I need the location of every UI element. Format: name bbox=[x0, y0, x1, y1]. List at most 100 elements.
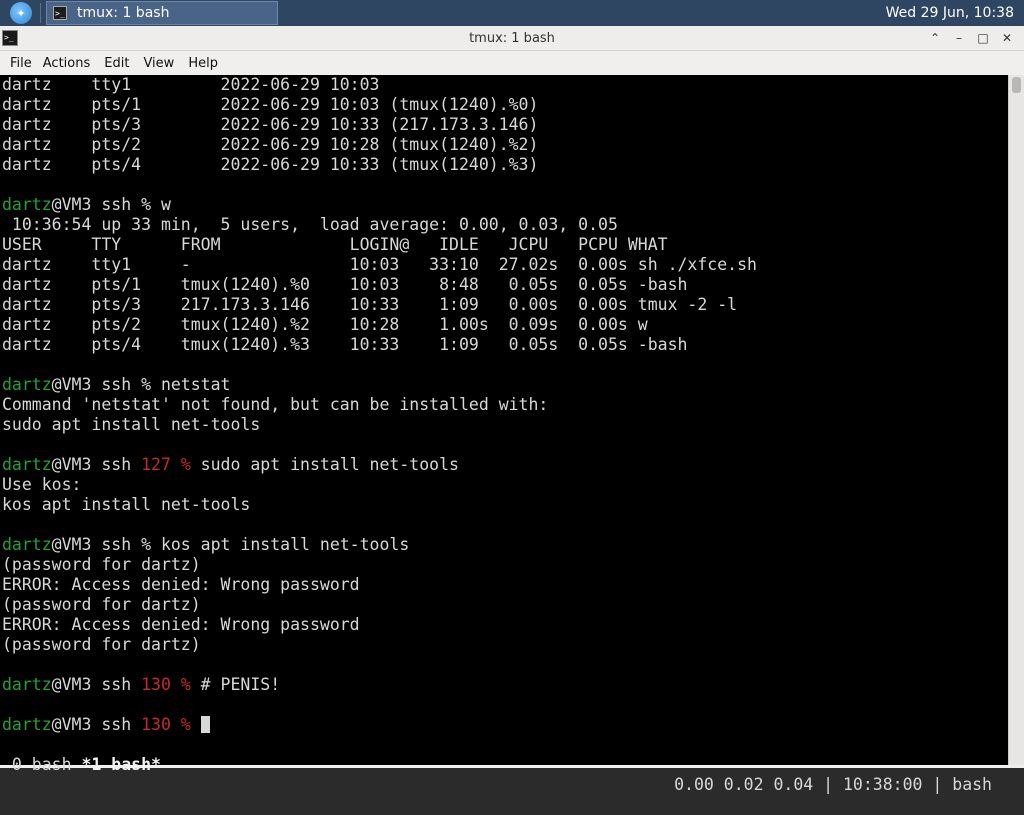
panel-separator bbox=[40, 3, 41, 23]
taskbar-button-label: tmux: 1 bash bbox=[77, 5, 170, 21]
shade-icon[interactable]: ⌃ bbox=[926, 29, 944, 47]
prompt-exit-code: 127 % bbox=[141, 455, 191, 474]
terminal-text: kos apt install net-tools bbox=[2, 495, 251, 514]
tmux-window-1-active[interactable]: *1 bash* bbox=[81, 755, 160, 774]
terminal-text: @VM3 ssh % kos apt install net-tools bbox=[51, 535, 410, 554]
terminal-text: dartz tty1 2022-06-29 10:03 bbox=[2, 75, 380, 94]
terminal-line: dartz@VM3 ssh 130 % bbox=[2, 715, 757, 735]
terminal-cursor bbox=[200, 716, 210, 733]
menu-file[interactable]: File bbox=[0, 56, 39, 71]
terminal-line: dartz@VM3 ssh % w bbox=[2, 195, 757, 215]
prompt-exit-code: 130 % bbox=[141, 715, 191, 734]
tmux-window-0[interactable]: 0 bash bbox=[2, 755, 81, 774]
terminal-line: dartz@VM3 ssh 130 % # PENIS! bbox=[2, 675, 757, 695]
terminal-line: USER TTY FROM LOGIN@ IDLE JCPU PCPU WHAT bbox=[2, 235, 757, 255]
terminal-text: dartz pts/3 2022-06-29 10:33 (217.173.3.… bbox=[2, 115, 539, 134]
prompt-user: dartz bbox=[2, 375, 52, 394]
terminal-line: 10:36:54 up 33 min, 5 users, load averag… bbox=[2, 215, 757, 235]
terminal-text: dartz pts/3 217.173.3.146 10:33 1:09 0.0… bbox=[2, 295, 738, 314]
terminal-text: dartz pts/1 tmux(1240).%0 10:03 8:48 0.0… bbox=[2, 275, 688, 294]
window-title: tmux: 1 bash bbox=[469, 30, 555, 46]
tmux-status-right: 0.00 0.02 0.04 | 10:38:00 | bash bbox=[674, 775, 992, 794]
terminal-line: dartz pts/1 tmux(1240).%0 10:03 8:48 0.0… bbox=[2, 275, 757, 295]
terminal-line: Use kos: bbox=[2, 475, 757, 495]
terminal-line: (password for dartz) bbox=[2, 555, 757, 575]
terminal-text: @VM3 ssh % w bbox=[51, 195, 171, 214]
terminal-line: dartz@VM3 ssh 127 % sudo apt install net… bbox=[2, 455, 757, 475]
terminal-text: (password for dartz) bbox=[2, 555, 201, 574]
terminal-line: dartz pts/1 2022-06-29 10:03 (tmux(1240)… bbox=[2, 95, 757, 115]
taskbar-button-tmux[interactable]: >_ tmux: 1 bash bbox=[46, 1, 278, 25]
minimize-icon[interactable]: – bbox=[950, 29, 968, 47]
terminal-line: dartz pts/4 2022-06-29 10:33 (tmux(1240)… bbox=[2, 155, 757, 175]
window-controls: ⌃ – □ ✕ bbox=[926, 29, 1016, 47]
terminal-text: @VM3 ssh bbox=[51, 715, 142, 734]
terminal-text: dartz pts/2 2022-06-29 10:28 (tmux(1240)… bbox=[2, 135, 539, 154]
terminal-line: ERROR: Access denied: Wrong password bbox=[2, 575, 757, 595]
terminal-text: @VM3 ssh bbox=[51, 455, 142, 474]
terminal-line: (password for dartz) bbox=[2, 595, 757, 615]
terminal-line: dartz pts/2 2022-06-29 10:28 (tmux(1240)… bbox=[2, 135, 757, 155]
terminal-line: dartz pts/2 tmux(1240).%2 10:28 1.00s 0.… bbox=[2, 315, 757, 335]
terminal-line: dartz pts/4 tmux(1240).%3 10:33 1:09 0.0… bbox=[2, 335, 757, 355]
terminal-line: Command 'netstat' not found, but can be … bbox=[2, 395, 757, 415]
terminal-line: dartz tty1 2022-06-29 10:03 bbox=[2, 75, 757, 95]
scrollbar-thumb[interactable] bbox=[1012, 77, 1021, 93]
whisker-menu-icon[interactable]: ✦ bbox=[10, 2, 32, 24]
terminal-window: >_ tmux: 1 bash ⌃ – □ ✕ File Actions Edi… bbox=[0, 26, 1024, 794]
terminal-line: dartz pts/3 2022-06-29 10:33 (217.173.3.… bbox=[2, 115, 757, 135]
prompt-user: dartz bbox=[2, 715, 52, 734]
prompt-user: dartz bbox=[2, 195, 52, 214]
menu-actions[interactable]: Actions bbox=[39, 56, 101, 71]
terminal-text: dartz pts/4 2022-06-29 10:33 (tmux(1240)… bbox=[2, 155, 539, 174]
terminal-text: @VM3 ssh % netstat bbox=[51, 375, 231, 394]
menubar: File Actions Edit View Help bbox=[0, 51, 1024, 76]
terminal-line: (password for dartz) bbox=[2, 635, 757, 655]
prompt-user: dartz bbox=[2, 675, 52, 694]
terminal-text: dartz pts/4 tmux(1240).%3 10:33 1:09 0.0… bbox=[2, 335, 688, 354]
terminal-text: dartz pts/2 tmux(1240).%2 10:28 1.00s 0.… bbox=[2, 315, 648, 334]
menu-view[interactable]: View bbox=[139, 56, 184, 71]
terminal-area[interactable]: dartz tty1 2022-06-29 10:03 dartz pts/1 2… bbox=[0, 75, 1008, 794]
terminal-text: (password for dartz) bbox=[2, 635, 201, 654]
terminal-text: dartz tty1 - 10:03 33:10 27.02s 0.00s sh… bbox=[2, 255, 757, 274]
terminal-text: @VM3 ssh bbox=[51, 675, 142, 694]
menu-help[interactable]: Help bbox=[184, 56, 228, 71]
prompt-user: dartz bbox=[2, 455, 52, 474]
terminal-output: dartz tty1 2022-06-29 10:03 dartz pts/1 2… bbox=[2, 75, 757, 735]
clock[interactable]: Wed 29 Jun, 10:38 bbox=[886, 5, 1014, 21]
terminal-text: ERROR: Access denied: Wrong password bbox=[2, 575, 360, 594]
window-titlebar[interactable]: >_ tmux: 1 bash ⌃ – □ ✕ bbox=[0, 26, 1024, 51]
terminal-text: Use kos: bbox=[2, 475, 82, 494]
terminal-text: Command 'netstat' not found, but can be … bbox=[2, 395, 549, 414]
window-app-icon[interactable]: >_ bbox=[2, 30, 18, 46]
terminal-text: 10:36:54 up 33 min, 5 users, load averag… bbox=[2, 215, 618, 234]
menu-edit[interactable]: Edit bbox=[100, 56, 139, 71]
terminal-line: sudo apt install net-tools bbox=[2, 415, 757, 435]
terminal-text: sudo apt install net-tools bbox=[2, 415, 261, 434]
terminal-text: dartz pts/1 2022-06-29 10:03 (tmux(1240)… bbox=[2, 95, 539, 114]
tmux-window-list: 0 bash *1 bash* bbox=[2, 755, 161, 775]
close-icon[interactable]: ✕ bbox=[998, 29, 1016, 47]
terminal-line: dartz@VM3 ssh % kos apt install net-tool… bbox=[2, 535, 757, 555]
terminal-line: kos apt install net-tools bbox=[2, 495, 757, 515]
terminal-line: dartz@VM3 ssh % netstat bbox=[2, 375, 757, 395]
terminal-text: (password for dartz) bbox=[2, 595, 201, 614]
terminal-text: ERROR: Access denied: Wrong password bbox=[2, 615, 360, 634]
terminal-text: sudo apt install net-tools bbox=[190, 455, 459, 474]
maximize-icon[interactable]: □ bbox=[974, 29, 992, 47]
terminal-line: dartz tty1 - 10:03 33:10 27.02s 0.00s sh… bbox=[2, 255, 757, 275]
prompt-user: dartz bbox=[2, 535, 52, 554]
terminal-icon: >_ bbox=[53, 6, 67, 20]
terminal-text: # PENIS! bbox=[190, 675, 281, 694]
top-panel: ✦ >_ tmux: 1 bash Wed 29 Jun, 10:38 bbox=[0, 0, 1024, 26]
prompt-exit-code: 130 % bbox=[141, 675, 191, 694]
scrollbar[interactable] bbox=[1008, 75, 1024, 765]
terminal-line: dartz pts/3 217.173.3.146 10:33 1:09 0.0… bbox=[2, 295, 757, 315]
